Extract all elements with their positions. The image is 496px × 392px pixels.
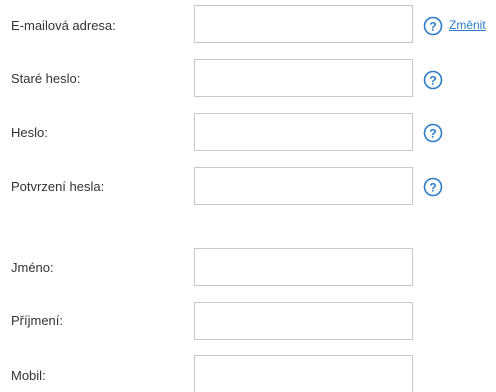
question-circle-icon[interactable]: ? bbox=[423, 70, 443, 90]
mobile-row: Mobil: bbox=[0, 355, 496, 392]
email-label: E-mailová adresa: bbox=[11, 18, 116, 33]
first-name-row: Jméno: bbox=[0, 248, 496, 288]
password-confirm-field[interactable] bbox=[194, 167, 413, 205]
old-password-label: Staré heslo: bbox=[11, 71, 81, 86]
first-name-label: Jméno: bbox=[11, 260, 54, 275]
svg-text:?: ? bbox=[429, 20, 436, 34]
last-name-field[interactable] bbox=[194, 302, 413, 340]
svg-text:?: ? bbox=[429, 74, 436, 88]
svg-text:?: ? bbox=[429, 127, 436, 141]
question-circle-icon[interactable]: ? bbox=[423, 177, 443, 197]
mobile-label: Mobil: bbox=[11, 368, 46, 383]
password-confirm-row: Potvrzení hesla: ? bbox=[0, 167, 496, 207]
email-field[interactable] bbox=[194, 5, 413, 43]
change-email-link[interactable]: Změnit bbox=[449, 18, 486, 32]
last-name-row: Příjmení: bbox=[0, 302, 496, 342]
password-field[interactable] bbox=[194, 113, 413, 151]
last-name-label: Příjmení: bbox=[11, 313, 64, 328]
mobile-field[interactable] bbox=[194, 355, 413, 392]
password-label: Heslo: bbox=[11, 125, 48, 140]
account-settings-form: E-mailová adresa: ? Změnit Staré heslo: … bbox=[0, 0, 496, 392]
old-password-row: Staré heslo: ? bbox=[0, 59, 496, 99]
question-circle-icon[interactable]: ? bbox=[423, 123, 443, 143]
first-name-field[interactable] bbox=[194, 248, 413, 286]
question-circle-icon[interactable]: ? bbox=[423, 16, 443, 36]
password-row: Heslo: ? bbox=[0, 113, 496, 153]
email-row: E-mailová adresa: ? Změnit bbox=[0, 5, 496, 45]
password-confirm-label: Potvrzení hesla: bbox=[11, 179, 105, 194]
svg-text:?: ? bbox=[429, 181, 436, 195]
old-password-field[interactable] bbox=[194, 59, 413, 97]
